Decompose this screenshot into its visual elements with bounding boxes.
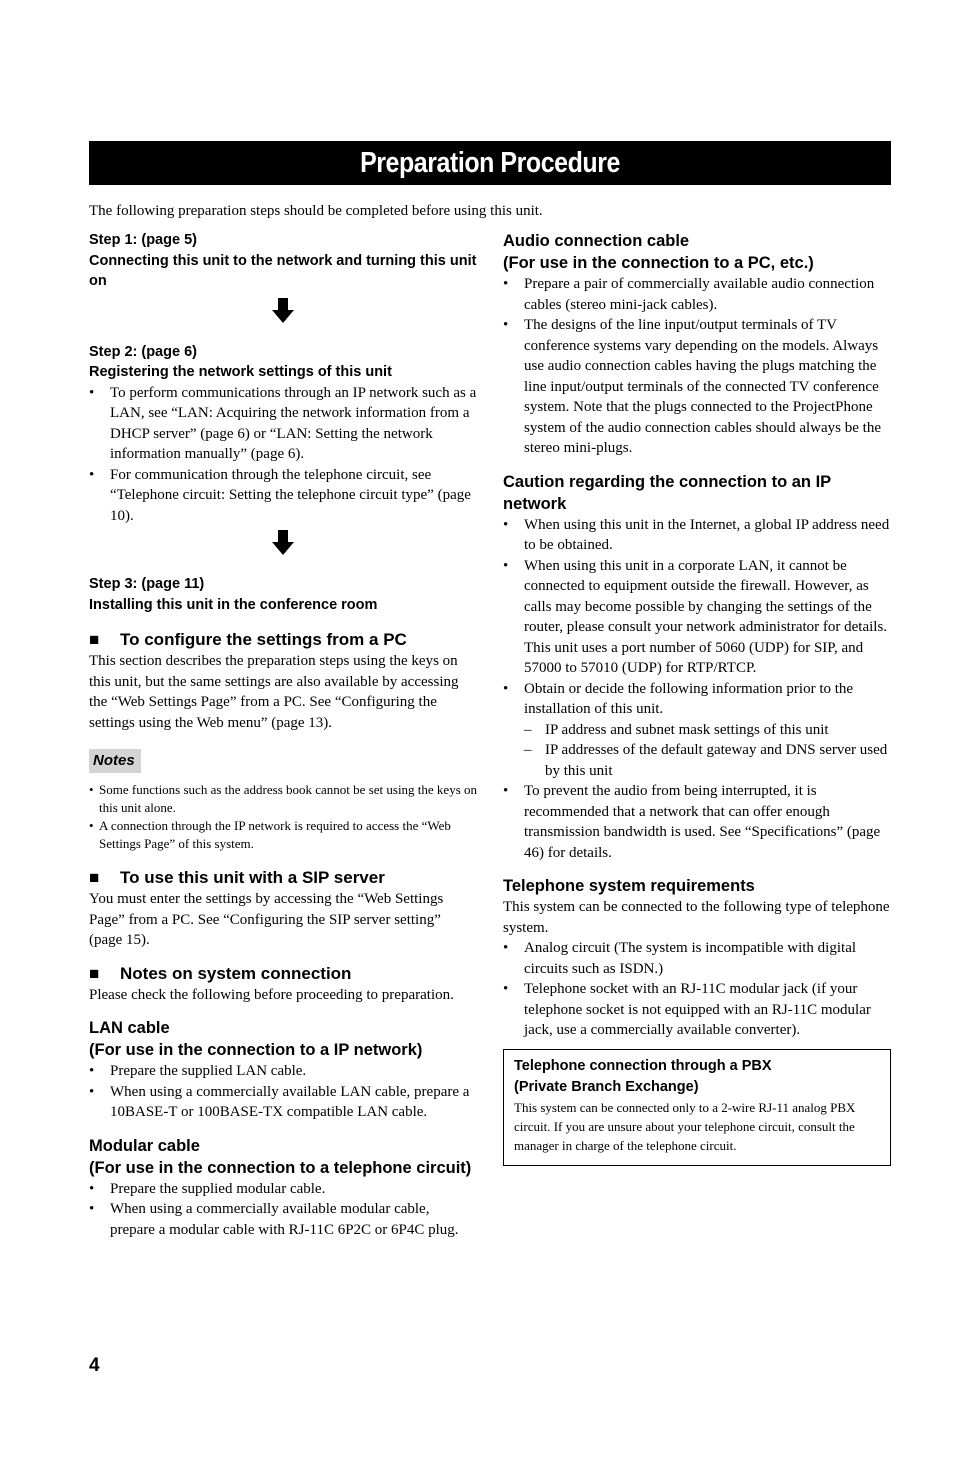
list-item: Prepare the supplied LAN cable. [89, 1061, 477, 1082]
section-body: This system can be connected to the foll… [503, 899, 890, 936]
list-item: When using a commercially available modu… [89, 1199, 477, 1240]
pbx-info-box: Telephone connection through a PBX (Priv… [503, 1048, 891, 1166]
step-label: Step 1: (page 5) [89, 232, 197, 248]
lan-cable-bullets: Prepare the supplied LAN cable. When usi… [89, 1061, 477, 1123]
section-heading: ■ To configure the settings from a PC [89, 629, 477, 651]
caution-ip-subitems: IP address and subnet mask settings of t… [524, 720, 891, 782]
list-item: Prepare the supplied modular cable. [89, 1179, 477, 1200]
section-body: You must enter the settings by accessing… [89, 891, 444, 948]
list-item: For communication through the telephone … [89, 465, 477, 527]
right-column: Audio connection cable (For use in the c… [503, 230, 891, 1166]
notes-section: Notes Some functions such as the address… [89, 749, 477, 853]
subheading: (For use in the connection to a telephon… [89, 1158, 472, 1177]
list-item: Obtain or decide the following informati… [503, 679, 891, 782]
down-arrow-icon [89, 530, 477, 560]
list-item: When using this unit in a corporate LAN,… [503, 556, 891, 679]
notes-badge: Notes [89, 749, 141, 773]
subheading: Modular cable [89, 1136, 200, 1155]
page-title: Preparation Procedure [360, 147, 620, 179]
step-2: Step 2: (page 6) Registering the network… [89, 342, 477, 527]
section-heading: ■ Notes on system connection [89, 963, 477, 985]
list-item: To prevent the audio from being interrup… [503, 781, 891, 863]
sub-list-item: IP address and subnet mask settings of t… [524, 720, 891, 741]
system-connection-section: ■ Notes on system connection Please chec… [89, 963, 477, 1006]
notes-list: Some functions such as the address book … [89, 781, 477, 853]
section-heading: ■ To use this unit with a SIP server [89, 867, 477, 889]
step-label: Step 2: (page 6) [89, 343, 197, 360]
subheading: Telephone system requirements [503, 877, 755, 895]
sub-list-item: IP addresses of the default gateway and … [524, 740, 891, 781]
subheading: Caution regarding the connection to an I… [503, 472, 831, 513]
black-square-icon: ■ [89, 868, 100, 887]
list-item: A connection through the IP network is r… [89, 817, 477, 853]
pbx-heading: (Private Branch Exchange) [514, 1078, 699, 1095]
list-item: The designs of the line input/output ter… [503, 315, 891, 459]
subheading: Audio connection cable [503, 232, 690, 250]
sip-server-section: ■ To use this unit with a SIP server You… [89, 867, 477, 951]
intro-text: The following preparation steps should b… [89, 203, 543, 219]
section-body: This section describes the preparation s… [89, 653, 459, 731]
section-body: Please check the following before procee… [89, 986, 454, 1003]
list-item: To perform communications through an IP … [89, 383, 477, 465]
down-arrow-icon [89, 297, 477, 328]
step-heading: Registering the network settings of this… [89, 364, 392, 380]
left-column: Step 1: (page 5) Connecting this unit to… [89, 230, 477, 1240]
black-square-icon: ■ [89, 963, 100, 983]
list-item: Analog circuit (The system is incompatib… [503, 938, 891, 979]
subheading: LAN cable [89, 1019, 170, 1037]
audio-cable-section: Audio connection cable (For use in the c… [503, 230, 891, 459]
audio-cable-bullets: Prepare a pair of commercially available… [503, 274, 891, 459]
subheading: (For use in the connection to a IP netwo… [89, 1041, 423, 1059]
step-1: Step 1: (page 5) Connecting this unit to… [89, 230, 477, 292]
modular-cable-section: Modular cable (For use in the connection… [89, 1135, 477, 1241]
pbx-body: This system can be connected only to a 2… [514, 1099, 856, 1153]
list-item: Prepare a pair of commercially available… [503, 274, 891, 315]
lan-cable-section: LAN cable (For use in the connection to … [89, 1017, 477, 1123]
configure-pc-section: ■ To configure the settings from a PC Th… [89, 629, 477, 733]
black-square-icon: ■ [89, 630, 100, 649]
caution-ip-bullets: When using this unit in the Internet, a … [503, 515, 891, 864]
step-heading: Connecting this unit to the network and … [89, 252, 477, 290]
list-item-text: Obtain or decide the following informati… [524, 680, 854, 718]
pbx-heading: Telephone connection through a PBX [514, 1057, 772, 1074]
section-heading-text: To use this unit with a SIP server [120, 868, 385, 887]
list-item: Telephone socket with an RJ-11C modular … [503, 979, 891, 1041]
step-label: Step 3: (page 11) [89, 576, 205, 592]
section-heading-text: To configure the settings from a PC [120, 630, 407, 649]
list-item: When using this unit in the Internet, a … [503, 515, 891, 556]
list-item: When using a commercially available LAN … [89, 1082, 477, 1123]
step-2-bullets: To perform communications through an IP … [89, 383, 477, 527]
section-heading-text: Notes on system connection [120, 963, 352, 983]
step-heading: Installing this unit in the conference r… [89, 596, 378, 613]
caution-ip-section: Caution regarding the connection to an I… [503, 471, 891, 864]
modular-cable-bullets: Prepare the supplied modular cable. When… [89, 1179, 477, 1241]
list-item: Some functions such as the address book … [89, 781, 477, 817]
page-number: 4 [89, 1355, 100, 1376]
step-3: Step 3: (page 11) Installing this unit i… [89, 574, 477, 615]
subheading: (For use in the connection to a PC, etc.… [503, 254, 814, 272]
telephone-requirements-section: Telephone system requirements This syste… [503, 875, 891, 1041]
page-title-bar: Preparation Procedure [89, 141, 891, 185]
telephone-req-bullets: Analog circuit (The system is incompatib… [503, 938, 891, 1041]
